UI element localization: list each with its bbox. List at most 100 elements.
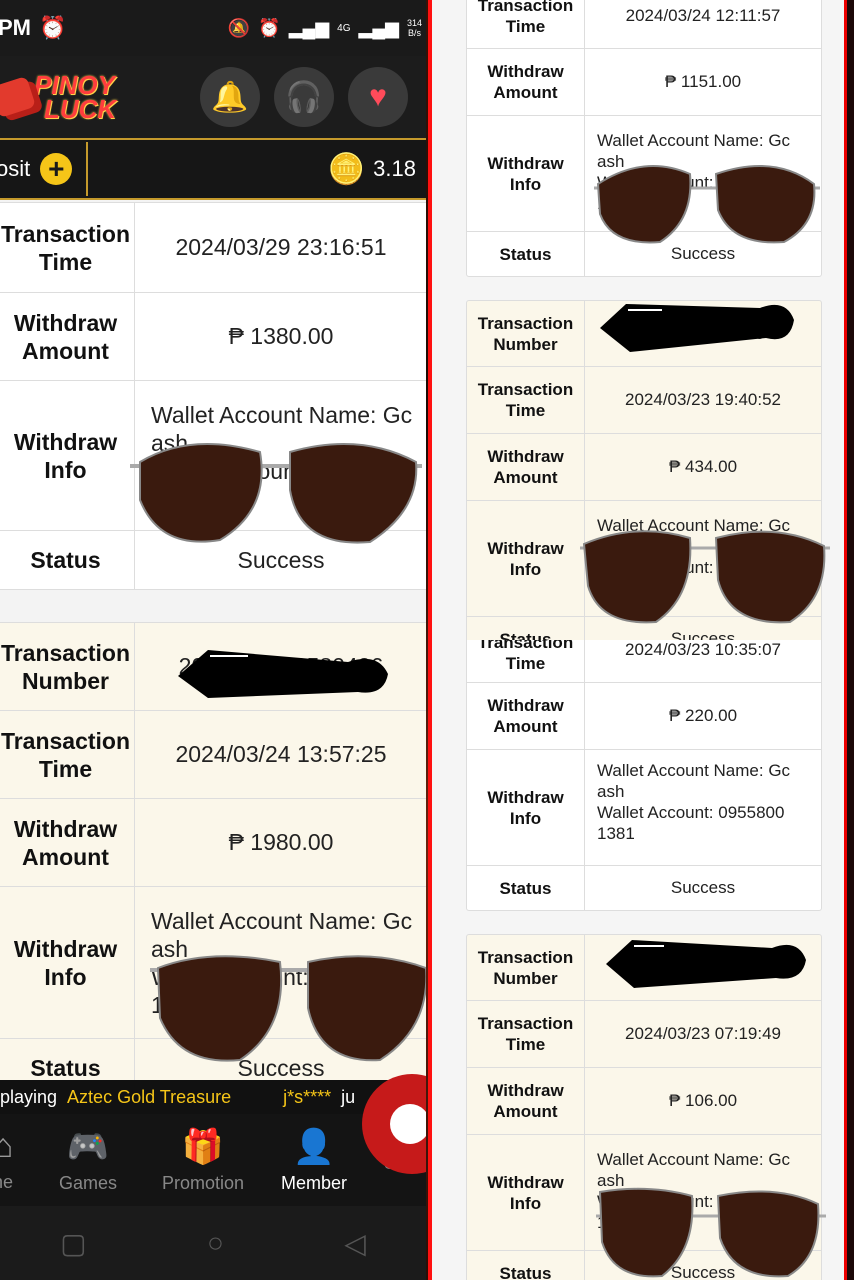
- ticker-user: j*s****: [283, 1086, 332, 1107]
- field-label: Withdraw Info: [467, 750, 585, 865]
- field-label: Withdraw Info: [467, 116, 585, 231]
- field-label: Withdraw Amount: [467, 1068, 585, 1134]
- wallet-bar: osit + 🪙 3.18: [0, 138, 426, 200]
- withdraw-record-card: Transaction Time 2024/03/23 10:35:07 Wit…: [466, 640, 822, 911]
- field-label: Transaction Time: [467, 367, 585, 433]
- home-icon: ⌂: [0, 1127, 14, 1165]
- dice-icon: [0, 75, 37, 119]
- field-label: Status: [467, 232, 585, 276]
- field-label: Withdraw Info: [0, 381, 135, 530]
- transaction-time: 2024/03/24 13:57:25: [175, 741, 387, 767]
- sunglasses-redaction: [596, 1187, 826, 1278]
- field-label: Withdraw Amount: [467, 434, 585, 500]
- alarm-icon: ⏰: [39, 15, 67, 40]
- record-row: Withdraw Amount ₱ 220.00: [467, 683, 821, 750]
- censor-bar-redaction: [600, 304, 794, 352]
- field-label: Transaction Number: [467, 301, 585, 366]
- ticker-prefix: playing: [0, 1086, 58, 1107]
- field-label: Status: [0, 1039, 135, 1080]
- app-header: PINOY LUCK 🔔 🎧 ♥: [0, 56, 426, 138]
- system-nav-bar: ▢ ○ ◁: [0, 1206, 426, 1280]
- support-button[interactable]: 🎧: [274, 67, 334, 127]
- coins-icon: 🪙: [327, 152, 366, 186]
- transaction-time: 2024/03/24 12:11:57: [625, 5, 781, 25]
- censor-bar-redaction: [606, 940, 806, 988]
- field-label: Withdraw Amount: [467, 49, 585, 115]
- bell-icon: 🔔: [211, 80, 249, 114]
- field-label: Transaction Time: [467, 640, 585, 682]
- member-settings-icon: 👤: [292, 1127, 336, 1166]
- record-row: Transaction Time 2024/03/29 23:16:51: [0, 203, 426, 293]
- transaction-time: 2024/03/23 10:35:07: [625, 640, 781, 659]
- withdraw-amount: ₱ 220.00: [668, 706, 738, 725]
- withdraw-amount: ₱ 1980.00: [228, 829, 334, 855]
- balance-value: 3.18: [373, 156, 416, 181]
- mute-icon: 🔕: [227, 17, 251, 38]
- alarm-icon: ⏰: [258, 17, 281, 38]
- record-row: Withdraw Amount ₱ 1151.00: [467, 49, 821, 116]
- right-top-screenshot: Transaction Time 2024/03/24 12:11:57 Wit…: [428, 0, 844, 640]
- field-label: Transaction Number: [0, 623, 135, 710]
- sunglasses-redaction: [150, 955, 426, 1062]
- withdraw-amount: ₱ 106.00: [668, 1091, 738, 1110]
- notification-bell-button[interactable]: 🔔: [200, 67, 260, 127]
- heart-icon: ♥: [369, 80, 387, 113]
- field-label: Transaction Time: [0, 203, 135, 292]
- clock-time: PM: [0, 15, 31, 40]
- record-row: Withdraw Info Wallet Account Name: Gc as…: [467, 750, 821, 866]
- withdraw-info: Wallet Account Name: Gc ash Wallet Accou…: [597, 761, 791, 843]
- nav-promotion[interactable]: 🎁 Promotion: [158, 1114, 248, 1206]
- field-label: Withdraw Info: [467, 1135, 585, 1250]
- record-row: Status Success: [467, 866, 821, 910]
- status-bar: PM ⏰ 🔕 ⏰ ▂▄▆ 4G ▂▄▆ 314 B/s: [0, 0, 426, 56]
- ticker-game: Aztec Gold Treasure: [67, 1086, 232, 1107]
- network-type: 4G: [337, 22, 351, 34]
- transaction-time: 2024/03/29 23:16:51: [175, 234, 387, 260]
- field-label: Status: [467, 866, 585, 910]
- nav-member[interactable]: 👤 Member: [248, 1114, 380, 1206]
- right-bottom-screenshot: Transaction Time 2024/03/23 10:35:07 Wit…: [428, 640, 844, 1280]
- record-row: Transaction Time 2024/03/24 12:11:57: [467, 0, 821, 49]
- signal-icon: ▂▄▆: [358, 17, 399, 38]
- sunglasses-redaction: [130, 443, 422, 544]
- field-label: Transaction Time: [467, 1001, 585, 1067]
- record-row: Transaction Time 2024/03/23 10:35:07: [467, 640, 821, 683]
- field-label: Withdraw Amount: [467, 683, 585, 749]
- record-row: Withdraw Amount ₱ 434.00: [467, 434, 821, 501]
- sunglasses-redaction: [594, 165, 820, 244]
- signal-icon: ▂▄▆: [288, 17, 330, 38]
- record-row: Transaction Time 2024/03/23 19:40:52: [467, 367, 821, 434]
- transaction-time: 2024/03/23 19:40:52: [625, 390, 781, 409]
- recents-icon[interactable]: ▢: [60, 1227, 86, 1260]
- back-icon[interactable]: ◁: [344, 1227, 366, 1260]
- field-label: Status: [467, 617, 585, 640]
- field-label: Transaction Time: [0, 711, 135, 798]
- field-label: Status: [467, 1251, 585, 1280]
- nav-home[interactable]: ⌂ne: [0, 1114, 18, 1206]
- field-label: Withdraw Info: [0, 887, 135, 1038]
- deposit-button[interactable]: osit +: [0, 142, 89, 196]
- field-label: Withdraw Amount: [0, 293, 135, 380]
- pinoy-luck-logo[interactable]: PINOY LUCK: [0, 72, 116, 122]
- field-label: Status: [0, 531, 135, 589]
- censor-bar-redaction: [178, 650, 388, 698]
- favorites-button[interactable]: ♥: [348, 67, 408, 127]
- record-row: Withdraw Amount ₱ 1380.00: [0, 293, 426, 381]
- record-row: Transaction Time 2024/03/23 07:19:49: [467, 1001, 821, 1068]
- record-row: Withdraw Amount ₱ 1980.00: [0, 799, 426, 887]
- headset-icon: 🎧: [285, 80, 323, 114]
- record-row: Transaction Time 2024/03/24 13:57:25: [0, 711, 426, 799]
- gift-icon: 🎁: [181, 1127, 225, 1166]
- left-screenshot: PM ⏰ 🔕 ⏰ ▂▄▆ 4G ▂▄▆ 314 B/s PINOY LUCK 🔔 🎧 …: [0, 0, 426, 1280]
- field-label: Withdraw Info: [467, 501, 585, 616]
- sunglasses-redaction: [580, 530, 830, 624]
- withdraw-amount: ₱ 434.00: [668, 457, 738, 476]
- winner-ticker: playing Aztec Gold Treasure j*s**** ju: [0, 1080, 426, 1114]
- gamepad-icon: 🎮: [66, 1127, 110, 1166]
- home-circle-icon[interactable]: ○: [207, 1227, 224, 1259]
- ticker-tail: ju: [341, 1086, 356, 1107]
- transaction-time: 2024/03/23 07:19:49: [625, 1024, 781, 1043]
- field-label: Transaction Number: [467, 935, 585, 1000]
- field-label: Withdraw Amount: [0, 799, 135, 886]
- nav-games[interactable]: 🎮 Games: [18, 1114, 158, 1206]
